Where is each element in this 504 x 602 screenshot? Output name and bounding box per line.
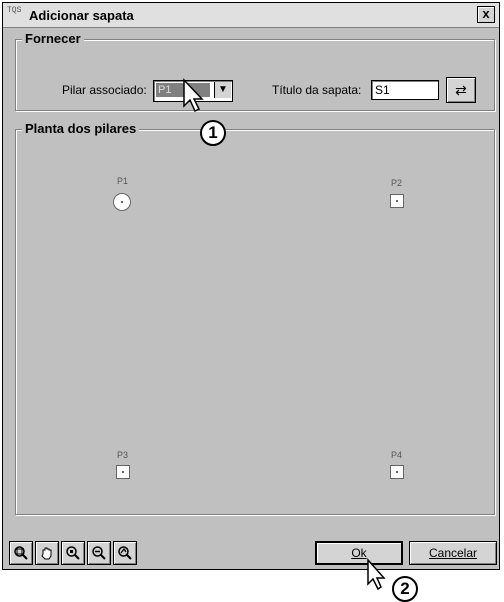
zoom-previous-icon bbox=[118, 546, 132, 560]
tqs-app-icon: TQS bbox=[7, 6, 22, 15]
callout-1: 1 bbox=[200, 120, 226, 146]
pan-hand-icon bbox=[41, 547, 52, 560]
zoom-window-icon bbox=[14, 546, 28, 560]
transfer-arrows-icon: ⇄ bbox=[455, 82, 467, 98]
mouse-cursor-icon bbox=[183, 78, 204, 113]
dialog-window: TQS Adicionar sapata x Fornecer Pilar as… bbox=[2, 2, 500, 570]
pilar-p2[interactable] bbox=[390, 194, 404, 208]
pilar-label-p3: P3 bbox=[117, 450, 129, 460]
pick-title-button[interactable]: ⇄ bbox=[446, 77, 476, 103]
fornecer-group-label: Fornecer bbox=[22, 31, 84, 46]
close-button[interactable]: x bbox=[477, 6, 495, 23]
fornecer-group: Fornecer Pilar associado: P1 ▼ Título da… bbox=[15, 31, 495, 111]
title-bar[interactable]: TQS Adicionar sapata x bbox=[3, 3, 499, 28]
dropdown-arrow-icon[interactable]: ▼ bbox=[214, 82, 231, 98]
planta-group-label: Planta dos pilares bbox=[22, 121, 140, 136]
pilar-p3[interactable] bbox=[116, 465, 130, 479]
window-title: Adicionar sapata bbox=[29, 7, 134, 23]
mouse-cursor-icon bbox=[367, 558, 386, 591]
zoom-out-icon bbox=[92, 546, 106, 560]
zoom-out-button[interactable] bbox=[87, 541, 111, 565]
pilar-p4[interactable] bbox=[390, 465, 404, 479]
pilar-p1[interactable] bbox=[113, 193, 131, 211]
pan-button[interactable] bbox=[35, 541, 59, 565]
zoom-extents-button[interactable] bbox=[61, 541, 85, 565]
callout-2: 2 bbox=[392, 576, 418, 602]
pilar-label-p2: P2 bbox=[391, 178, 403, 188]
zoom-extents-icon bbox=[66, 546, 80, 560]
planta-group: Planta dos pilares P1 P2 P3 P4 bbox=[15, 121, 495, 515]
zoom-window-button[interactable] bbox=[9, 541, 33, 565]
cancel-button[interactable]: Cancelar bbox=[409, 541, 497, 565]
pilar-associado-label: Pilar associado: bbox=[62, 83, 147, 97]
pilar-label-p1: P1 bbox=[117, 176, 129, 186]
pilar-label-p4: P4 bbox=[391, 450, 403, 460]
titulo-sapata-input[interactable] bbox=[371, 80, 439, 100]
titulo-sapata-label: Título da sapata: bbox=[272, 83, 362, 97]
zoom-previous-button[interactable] bbox=[113, 541, 137, 565]
